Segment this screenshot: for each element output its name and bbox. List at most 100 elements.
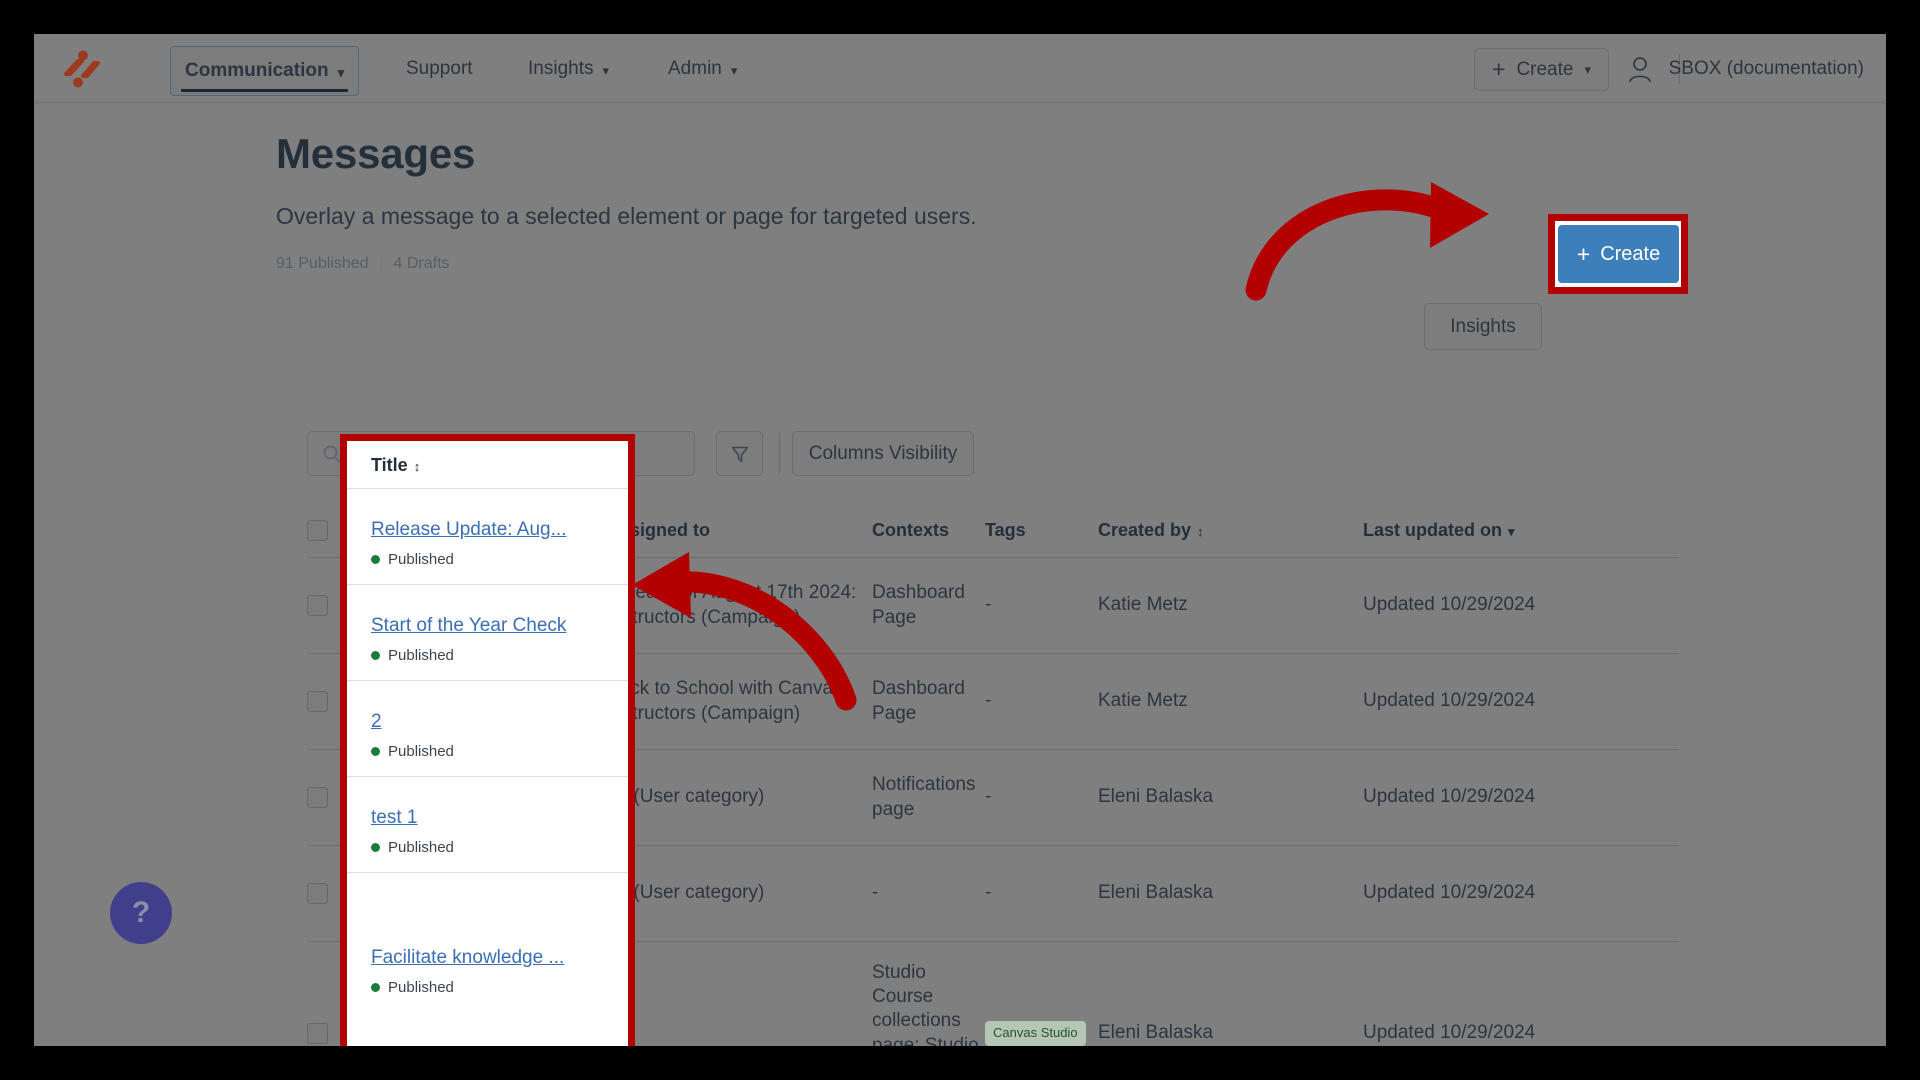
row-last-updated: Updated 10/29/2024: [1363, 786, 1536, 808]
highlight-message-title-link[interactable]: Start of the Year Check: [371, 615, 566, 636]
filter-button[interactable]: [716, 431, 763, 476]
row-created-by: Katie Metz: [1098, 594, 1188, 616]
chevron-down-icon: ▾: [337, 64, 345, 80]
plus-icon: +: [1576, 240, 1591, 267]
toolbar-divider: [779, 433, 780, 474]
top-navigation-bar: Communication ▾ Support Insights ▾ Admin…: [34, 34, 1886, 103]
chevron-down-icon: ▾: [730, 62, 738, 78]
row-assigned-to: Release of August 17th 2024: Instructors…: [607, 582, 857, 628]
row-created-by: Eleni Balaska: [1098, 1022, 1214, 1044]
column-header-contexts[interactable]: Contexts: [872, 520, 985, 541]
status-label: Published: [388, 743, 454, 760]
chevron-down-icon: ▾: [602, 62, 610, 78]
row-last-updated: Updated 10/29/2024: [1363, 690, 1536, 712]
row-tags: -: [985, 594, 992, 616]
nav-create-label: Create: [1516, 58, 1574, 80]
column-header-tags-label: Tags: [985, 519, 1026, 540]
row-contexts: Dashboard Page: [872, 582, 965, 628]
status-dot-icon: [371, 651, 380, 660]
status-badge: Published: [371, 839, 454, 856]
status-badge: Published: [371, 979, 564, 996]
row-last-updated: Updated 10/29/2024: [1363, 594, 1536, 616]
row-contexts: Notifications page: [872, 774, 976, 820]
status-badge: Published: [371, 743, 454, 760]
nav-create-dropdown-button[interactable]: + Create ▾: [1474, 48, 1609, 91]
search-icon: [323, 445, 341, 463]
filter-funnel-icon: [731, 446, 748, 462]
status-label: Published: [388, 647, 454, 664]
help-button[interactable]: ?: [110, 882, 172, 944]
nav-tab-insights-label: Insights: [528, 58, 594, 79]
nav-tab-communication[interactable]: Communication ▾: [170, 46, 360, 96]
column-header-created-by-label: Created by: [1098, 519, 1192, 540]
status-badge: Published: [371, 647, 566, 664]
column-header-contexts-label: Contexts: [872, 519, 950, 540]
question-mark-help-icon: ?: [131, 896, 151, 929]
page-title: Messages: [276, 130, 476, 177]
tag-chip: Canvas Studio: [985, 1021, 1086, 1046]
column-header-assigned-to[interactable]: Assigned to: [607, 520, 872, 541]
row-contexts: Studio Course collections page; Studio C…: [872, 961, 979, 1046]
nav-tab-admin-label: Admin: [668, 58, 722, 79]
highlight-message-title-link[interactable]: test 1: [371, 807, 417, 828]
instructure-logo-icon[interactable]: [61, 48, 103, 90]
row-created-by: Eleni Balaska: [1098, 882, 1214, 904]
columns-visibility-label: Columns Visibility: [808, 442, 958, 464]
account-name-label: SBOX (documentation): [1668, 58, 1864, 79]
title-column-highlight-box: Title ↕ Release Update: Aug... Published …: [340, 434, 635, 1046]
sort-desc-icon: ▾: [1508, 523, 1515, 539]
columns-visibility-button[interactable]: Columns Visibility: [792, 431, 974, 476]
chevron-down-icon: ▾: [1584, 61, 1591, 77]
published-count: 91 Published: [276, 255, 369, 272]
application-viewport: Communication ▾ Support Insights ▾ Admin…: [34, 34, 1886, 1046]
row-assigned-to: Back to School with Canvas: Instructors …: [607, 678, 848, 724]
status-label: Published: [388, 979, 454, 996]
drafts-count: 4 Drafts: [393, 255, 450, 272]
user-account-icon[interactable]: [1626, 56, 1654, 84]
row-assigned-to: All (User category): [607, 882, 765, 904]
row-tags: -: [985, 786, 992, 808]
row-tags: -: [985, 690, 992, 712]
status-label: Published: [388, 839, 454, 856]
nav-tab-communication-label: Communication: [185, 60, 329, 81]
row-created-by: Eleni Balaska: [1098, 786, 1214, 808]
row-contexts: Dashboard Page: [872, 678, 965, 724]
column-header-tags[interactable]: Tags: [985, 520, 1098, 541]
column-header-last-updated[interactable]: Last updated on ▾: [1363, 520, 1653, 541]
status-dot-icon: [371, 843, 380, 852]
sort-icon: ↕: [1197, 523, 1204, 539]
create-button-label: Create: [1600, 242, 1661, 265]
row-assigned-to: All (User category): [607, 786, 765, 808]
highlight-column-header-title: Title: [371, 455, 408, 475]
row-created-by: Katie Metz: [1098, 690, 1188, 712]
nav-tab-support-label: Support: [406, 58, 473, 79]
row-tags: -: [985, 882, 992, 904]
insights-button-label: Insights: [1450, 315, 1516, 337]
highlight-message-title-link[interactable]: Release Update: Aug...: [371, 519, 566, 540]
row-last-updated: Updated 10/29/2024: [1363, 1022, 1536, 1044]
count-separator: [380, 256, 382, 272]
highlight-message-title-link[interactable]: Facilitate knowledge ...: [371, 947, 564, 968]
column-header-last-updated-label: Last updated on: [1363, 519, 1502, 540]
page-subtitle: Overlay a message to a selected element …: [276, 203, 977, 229]
row-assigned-to: -: [607, 1021, 872, 1045]
status-dot-icon: [371, 555, 380, 564]
row-last-updated: Updated 10/29/2024: [1363, 882, 1536, 904]
row-contexts: -: [872, 882, 879, 904]
row-tags: Canvas Studio: [985, 1021, 1098, 1046]
nav-tab-admin[interactable]: Admin ▾: [654, 47, 751, 91]
column-header-created-by[interactable]: Created by ↕: [1098, 520, 1363, 541]
insights-button[interactable]: Insights: [1424, 303, 1542, 350]
nav-tab-support[interactable]: Support: [392, 47, 487, 91]
status-label: Published: [388, 551, 454, 568]
status-dot-icon: [371, 747, 380, 756]
sort-icon: ↕: [413, 459, 421, 474]
status-badge: Published: [371, 551, 566, 568]
create-button[interactable]: + Create: [1558, 225, 1679, 283]
screenshot-root: Communication ▾ Support Insights ▾ Admin…: [0, 0, 1920, 1080]
status-counts: 91 Published 4 Drafts: [276, 255, 450, 273]
highlight-message-title-link[interactable]: 2: [371, 711, 382, 732]
nav-tab-insights[interactable]: Insights ▾: [514, 47, 623, 91]
status-dot-icon: [371, 983, 380, 992]
plus-icon: +: [1492, 56, 1506, 82]
